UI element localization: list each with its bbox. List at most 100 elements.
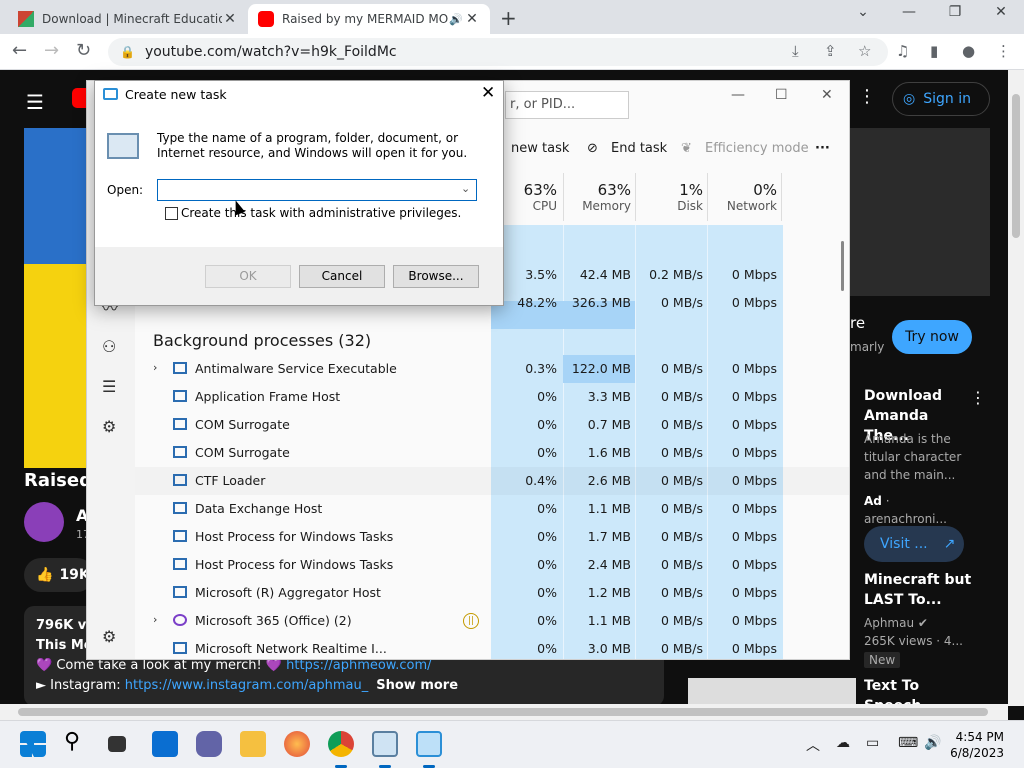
instagram-link[interactable]: https://www.instagram.com/aphmau_	[125, 678, 368, 693]
ok-button[interactable]: OK	[205, 265, 291, 288]
services-icon[interactable]: ⚙	[102, 417, 116, 436]
page-vertical-scrollbar[interactable]	[1008, 70, 1024, 706]
try-now-button[interactable]: Try now	[892, 320, 972, 354]
widgets-icon[interactable]	[152, 731, 178, 757]
end-task-button[interactable]: End task	[611, 141, 667, 156]
tm-minimize-icon[interactable]: —	[731, 87, 745, 103]
more-vert-icon[interactable]: ⋮	[970, 388, 986, 407]
column-cpu[interactable]: 63% CPU	[505, 181, 557, 213]
channel-avatar[interactable]	[24, 502, 64, 542]
hamburger-menu-icon[interactable]: ☰	[26, 90, 44, 114]
sign-in-button[interactable]: ◎ Sign in	[892, 82, 990, 116]
task-manager-icon[interactable]	[372, 731, 398, 757]
process-row[interactable]: Data Exchange Host 0% 1.1 MB 0 MB/s 0 Mbps	[135, 495, 849, 523]
forward-arrow-icon[interactable]: →	[44, 40, 59, 61]
process-row[interactable]: Microsoft Network Realtime I... 0% 3.0 MB 0…	[135, 635, 849, 659]
start-windows-icon[interactable]	[20, 731, 46, 757]
open-combobox[interactable]	[157, 179, 477, 201]
network-value: 0 Mbps	[731, 361, 777, 376]
show-hidden-icons-icon[interactable]: ︿	[806, 735, 820, 755]
page-horizontal-scrollbar[interactable]	[0, 704, 1008, 720]
visit-button[interactable]: Visit ... ↗	[864, 526, 964, 562]
process-row[interactable]: CTF Loader 0.4% 2.6 MB 0 MB/s 0 Mbps	[135, 467, 849, 495]
firefox-icon[interactable]	[284, 731, 310, 757]
close-tab-icon[interactable]: ✕	[222, 11, 238, 27]
more-commands-icon[interactable]: ···	[815, 141, 830, 156]
file-explorer-icon[interactable]	[240, 731, 266, 757]
tab-youtube-video[interactable]: Raised by my MERMAID MO 🔊 ✕	[248, 4, 490, 34]
teams-chat-icon[interactable]	[196, 731, 222, 757]
tm-maximize-icon[interactable]: ☐	[775, 87, 788, 103]
scroll-thumb[interactable]	[1012, 94, 1020, 238]
scroll-thumb[interactable]	[18, 708, 988, 716]
tab-minecraft-education[interactable]: Download | Minecraft Education ✕	[8, 4, 248, 34]
memory-value: 1.2 MB	[587, 585, 631, 600]
audio-playing-icon[interactable]: 🔊	[448, 13, 464, 26]
chrome-icon[interactable]	[328, 731, 354, 757]
process-row[interactable]: Host Process for Windows Tasks 0% 1.7 MB 0 …	[135, 523, 849, 551]
process-row[interactable]: COM Surrogate 0% 0.7 MB 0 MB/s 0 Mbps	[135, 411, 849, 439]
browse-button[interactable]: Browse...	[393, 265, 479, 288]
recommendation-title[interactable]: Text To Speech	[864, 676, 974, 706]
expand-chevron-icon[interactable]: ›	[153, 613, 157, 626]
expand-chevron-icon[interactable]: ›	[153, 361, 157, 374]
process-scrollbar[interactable]	[841, 241, 844, 291]
process-row[interactable]: Host Process for Windows Tasks 0% 2.4 MB 0 …	[135, 551, 849, 579]
chevron-down-icon[interactable]: ⌄	[461, 182, 470, 195]
users-icon[interactable]: ⚇	[102, 337, 116, 356]
onedrive-icon[interactable]: ☁	[836, 735, 850, 751]
process-row[interactable]: Microsoft (R) Aggregator Host 0% 1.2 MB 0 M…	[135, 579, 849, 607]
cancel-button[interactable]: Cancel	[299, 265, 385, 288]
process-row[interactable]: COM Surrogate 0% 1.6 MB 0 MB/s 0 Mbps	[135, 439, 849, 467]
recommendation-title[interactable]: Minecraft but LAST To...	[864, 570, 974, 610]
tab-search-icon[interactable]: ⌄	[840, 4, 886, 20]
side-panel-icon[interactable]: ▮	[930, 42, 938, 60]
column-memory[interactable]: 63% Memory	[565, 181, 631, 213]
restore-icon[interactable]: ❐	[932, 4, 978, 20]
column-network[interactable]: 0% Network	[709, 181, 777, 213]
process-row[interactable]: › Antimalware Service Executable 0.3% 122.0…	[135, 355, 849, 383]
run-new-task-button[interactable]: new task	[511, 141, 569, 156]
admin-privileges-label[interactable]: Create this task with administrative pri…	[181, 206, 461, 220]
display-icon[interactable]: ▭	[866, 735, 879, 751]
close-tab-icon[interactable]: ✕	[464, 11, 480, 27]
chrome-menu-icon[interactable]: ⋮	[996, 42, 1011, 60]
process-row[interactable]: Application Frame Host 0% 3.3 MB 0 MB/s 0 Mb…	[135, 383, 849, 411]
volume-icon[interactable]: 🔊	[924, 735, 941, 751]
search-icon[interactable]: ⚲	[64, 729, 90, 755]
disk-value: 0 MB/s	[660, 585, 703, 600]
minimize-icon[interactable]: —	[886, 4, 932, 20]
video-player[interactable]	[24, 128, 94, 468]
tm-close-icon[interactable]: ✕	[821, 87, 833, 103]
media-controls-icon[interactable]: ♫	[896, 42, 909, 60]
column-disk[interactable]: 1% Disk	[639, 181, 703, 213]
reload-icon[interactable]: ↻	[76, 40, 91, 61]
new-tab-icon[interactable]: +	[500, 6, 517, 30]
process-icon	[173, 586, 187, 598]
share-icon[interactable]: ⇪	[824, 42, 837, 60]
instagram-label: ► Instagram:	[36, 678, 125, 693]
settings-gear-icon[interactable]: ⚙	[102, 627, 116, 646]
details-icon[interactable]: ☰	[102, 377, 116, 396]
like-button[interactable]: 👍 19K	[24, 558, 94, 592]
back-arrow-icon[interactable]: ←	[12, 40, 27, 61]
dialog-close-icon[interactable]: ✕	[481, 83, 495, 103]
recommendation-thumbnail[interactable]	[688, 678, 856, 706]
process-row[interactable]: › Microsoft 365 (Office) (2) 0% 1.1 MB 0 MB/…	[135, 607, 849, 635]
show-more-button[interactable]: Show more	[376, 678, 458, 693]
more-options-icon[interactable]: ⋮	[858, 86, 876, 107]
task-manager-search[interactable]: r, or PID...	[505, 91, 629, 119]
install-app-icon[interactable]: ⤓	[792, 42, 799, 60]
task-view-icon[interactable]	[108, 736, 126, 752]
admin-privileges-checkbox[interactable]	[165, 207, 178, 220]
profile-avatar-icon[interactable]: ●	[962, 42, 975, 60]
address-bar[interactable]: 🔒 youtube.com/watch?v=h9k_FoildMc	[108, 38, 888, 66]
bookmark-star-icon[interactable]: ☆	[858, 42, 871, 60]
network-icon[interactable]: ⌨	[898, 735, 918, 751]
close-window-icon[interactable]: ✕	[978, 4, 1024, 20]
end-task-icon[interactable]: ⊘	[587, 141, 598, 156]
system-clock[interactable]: 4:54 PM 6/8/2023	[948, 729, 1004, 761]
ad-banner[interactable]	[850, 128, 990, 296]
merch-link[interactable]: https://aphmeow.com/	[286, 658, 431, 673]
run-task-icon[interactable]	[416, 731, 442, 757]
